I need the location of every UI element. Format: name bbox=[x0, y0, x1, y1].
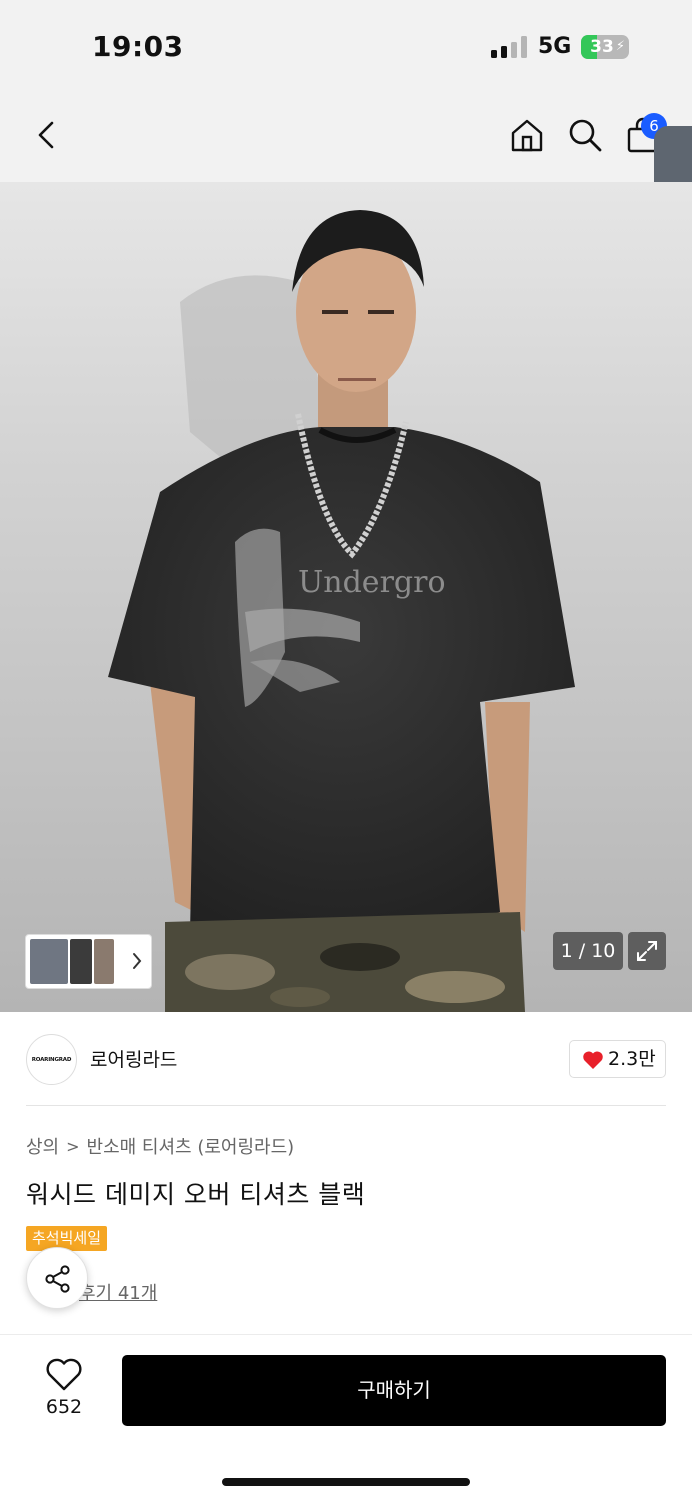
product-image[interactable]: Undergro 1 / 10 bbox=[0, 182, 692, 1012]
wish-count: 652 bbox=[45, 1396, 83, 1418]
breadcrumb-item-category[interactable]: 상의 bbox=[26, 1133, 59, 1159]
battery-icon: 33 ⚡ bbox=[581, 35, 629, 59]
search-icon[interactable] bbox=[565, 115, 605, 155]
thumbnail-strip[interactable] bbox=[25, 934, 152, 989]
divider bbox=[26, 1105, 666, 1106]
status-time: 19:03 bbox=[92, 30, 184, 63]
breadcrumb-separator: > bbox=[66, 1136, 80, 1156]
sale-badge: 추석빅세일 bbox=[26, 1226, 108, 1251]
network-type: 5G bbox=[538, 34, 572, 59]
model-photo: Undergro bbox=[108, 210, 575, 1012]
thumbnail-1[interactable] bbox=[30, 939, 68, 984]
chevron-right-icon bbox=[133, 953, 142, 969]
back-icon[interactable] bbox=[28, 115, 68, 155]
thumbnail-3[interactable] bbox=[94, 939, 114, 984]
brand-name[interactable]: 로어링라드 bbox=[90, 1045, 177, 1072]
breadcrumb-item-subcategory[interactable]: 반소매 티셔츠 (로어링라드) bbox=[87, 1133, 295, 1159]
breadcrumb: 상의 > 반소매 티셔츠 (로어링라드) bbox=[26, 1133, 294, 1159]
brand-like-count: 2.3만 bbox=[608, 1048, 656, 1070]
heart-outline-icon[interactable] bbox=[45, 1358, 83, 1396]
thumbnail-2[interactable] bbox=[70, 939, 92, 984]
buy-button[interactable]: 구매하기 bbox=[122, 1355, 666, 1426]
charging-bolt-icon: ⚡ bbox=[615, 39, 625, 54]
image-counter: 1 / 10 bbox=[553, 932, 623, 970]
brand-logo[interactable]: ROARINGRAD bbox=[26, 1034, 77, 1085]
heart-filled-icon bbox=[583, 1051, 603, 1069]
status-bar: 19:03 5G 33 ⚡ bbox=[0, 0, 692, 95]
home-indicator bbox=[222, 1478, 470, 1486]
nav-bar bbox=[0, 95, 692, 182]
brand-like-button[interactable]: 2.3만 bbox=[569, 1040, 666, 1078]
expand-button[interactable] bbox=[628, 932, 666, 970]
home-icon[interactable] bbox=[507, 115, 547, 155]
bottom-bar-divider bbox=[0, 1334, 692, 1335]
review-link[interactable]: 후기 41개 bbox=[79, 1279, 157, 1305]
share-button[interactable] bbox=[26, 1247, 88, 1309]
brand-row[interactable]: ROARINGRAD 로어링라드 2.3만 bbox=[0, 1012, 692, 1106]
svg-text:Undergro: Undergro bbox=[298, 565, 446, 600]
signal-strength-icon bbox=[491, 36, 527, 58]
product-title: 워시드 데미지 오버 티셔츠 블랙 bbox=[26, 1180, 366, 1209]
share-icon bbox=[45, 1265, 70, 1293]
expand-icon bbox=[637, 941, 657, 961]
